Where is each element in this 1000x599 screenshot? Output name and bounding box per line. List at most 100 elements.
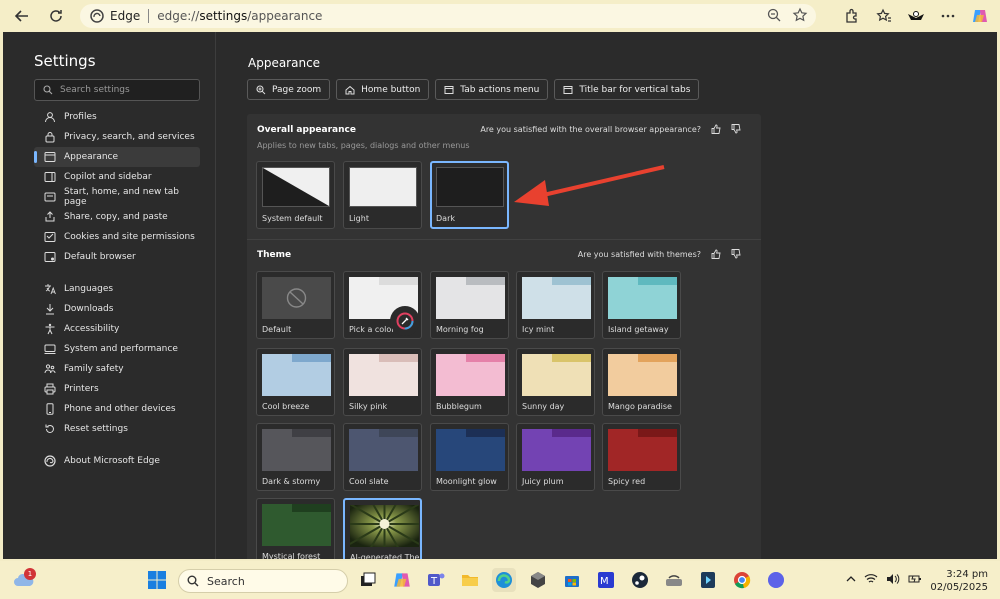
sidebar-item-share-copy-and-paste[interactable]: Share, copy, and paste <box>34 207 200 227</box>
theme-icy-mint[interactable]: Icy mint <box>516 271 595 339</box>
sidebar-item-start-home-and-new-tab-page[interactable]: Start, home, and new tab page <box>34 187 200 207</box>
sidebar-item-default-browser[interactable]: Default browser <box>34 247 200 267</box>
search-settings-input[interactable]: Search settings <box>34 79 200 101</box>
sidebar-item-languages[interactable]: Languages <box>34 279 200 299</box>
taskbar-chrome[interactable] <box>730 568 754 592</box>
theme-cool-slate[interactable]: Cool slate <box>343 423 422 491</box>
download-icon <box>44 303 56 315</box>
theme-spicy-red[interactable]: Spicy red <box>602 423 681 491</box>
thumbs-down-icon[interactable] <box>731 249 741 259</box>
sidebar-item-cookies-and-site-permissions[interactable]: Cookies and site permissions <box>34 227 200 247</box>
favorite-star-icon[interactable] <box>792 7 808 23</box>
sidebar-item-family-safety[interactable]: Family safety <box>34 359 200 379</box>
theme-mango-paradise[interactable]: Mango paradise <box>602 348 681 416</box>
back-button[interactable] <box>10 4 34 28</box>
theme-moonlight-glow[interactable]: Moonlight glow <box>430 423 509 491</box>
theme-label: Mystical forest <box>262 552 321 559</box>
task-view-icon <box>361 572 376 586</box>
overall-appearance-title: Overall appearance <box>257 125 356 135</box>
address-bar[interactable]: Edge edge://settings/appearance <box>80 4 816 28</box>
system-icon <box>44 343 56 355</box>
cookies-icon <box>44 231 56 243</box>
taskbar-edge[interactable] <box>492 568 516 592</box>
reset-icon <box>44 423 56 435</box>
sidebar-item-about-microsoft-edge[interactable]: About Microsoft Edge <box>34 451 200 471</box>
extensions-button[interactable] <box>840 4 864 28</box>
appearance-option-light[interactable]: Light <box>343 161 422 229</box>
taskbar-media-app[interactable] <box>696 568 720 592</box>
thumbs-up-icon[interactable] <box>711 249 721 259</box>
chip-home-button[interactable]: Home button <box>336 79 430 100</box>
taskbar-teams[interactable]: T <box>424 568 448 592</box>
theme-title: Theme <box>257 250 292 260</box>
thumbs-up-icon[interactable] <box>711 124 721 134</box>
more-options-button[interactable] <box>936 4 960 28</box>
theme-default[interactable]: Default <box>256 271 335 339</box>
theme-cool-breeze[interactable]: Cool breeze <box>256 348 335 416</box>
appearance-icon <box>44 151 56 163</box>
taskbar-store[interactable] <box>560 568 584 592</box>
theme-folder-thumbnail <box>522 354 591 396</box>
sidebar-item-privacy-search-and-services[interactable]: Privacy, search, and services <box>34 127 200 147</box>
theme-juicy-plum[interactable]: Juicy plum <box>516 423 595 491</box>
volume-icon[interactable] <box>886 573 900 585</box>
start-button[interactable] <box>145 568 169 592</box>
theme-island-getaway[interactable]: Island getaway <box>602 271 681 339</box>
sidebar-item-copilot-and-sidebar[interactable]: Copilot and sidebar <box>34 167 200 187</box>
chip-tab-actions-menu[interactable]: Tab actions menu <box>435 79 549 100</box>
color-picker-icon[interactable] <box>390 306 420 336</box>
taskbar-search[interactable]: Search <box>178 569 348 593</box>
sidebar-icon <box>44 171 56 183</box>
refresh-button[interactable] <box>44 4 68 28</box>
sidebar-item-label: Printers <box>64 384 99 394</box>
taskbar-copilot[interactable] <box>390 568 414 592</box>
taskbar-mathtype[interactable]: M <box>594 568 618 592</box>
theme-silky-pink[interactable]: Silky pink <box>343 348 422 416</box>
ai-theme-thumbnail <box>350 505 419 547</box>
theme-sunny-day[interactable]: Sunny day <box>516 348 595 416</box>
taskbar-network-app[interactable] <box>662 568 686 592</box>
lock-icon <box>44 131 56 143</box>
theme-label: Bubblegum <box>436 402 482 411</box>
theme-ai-generated-theme[interactable]: AI-generated Theme <box>343 498 422 559</box>
sidebar-item-accessibility[interactable]: Accessibility <box>34 319 200 339</box>
url-text: edge://settings/appearance <box>157 9 323 23</box>
page-title: Appearance <box>248 56 321 70</box>
favorites-button[interactable] <box>872 4 896 28</box>
sidebar-item-system-and-performance[interactable]: System and performance <box>34 339 200 359</box>
taskbar-clock[interactable]: 3:24 pm 02/05/2025 <box>930 568 988 594</box>
taskbar-file-explorer[interactable] <box>458 568 482 592</box>
appearance-option-system-default[interactable]: System default <box>256 161 335 229</box>
zoom-out-icon[interactable] <box>766 7 782 23</box>
theme-mystical-forest[interactable]: Mystical forest <box>256 498 335 559</box>
theme-pick-a-color[interactable]: Pick a color <box>343 271 422 339</box>
home-icon <box>44 191 56 203</box>
theme-bubblegum[interactable]: Bubblegum <box>430 348 509 416</box>
battery-icon[interactable] <box>908 573 922 585</box>
sidebar-item-reset-settings[interactable]: Reset settings <box>34 419 200 439</box>
printer-icon <box>44 383 56 395</box>
sidebar-item-phone-and-other-devices[interactable]: Phone and other devices <box>34 399 200 419</box>
sidebar-item-label: Privacy, search, and services <box>64 132 195 142</box>
wifi-icon[interactable] <box>864 573 878 585</box>
copilot-button[interactable] <box>968 4 992 28</box>
sidebar-item-profiles[interactable]: Profiles <box>34 107 200 127</box>
chevron-up-icon[interactable] <box>846 573 856 585</box>
taskbar-app-cube[interactable] <box>526 568 550 592</box>
sidebar-item-appearance[interactable]: Appearance <box>34 147 200 167</box>
sidebar-item-printers[interactable]: Printers <box>34 379 200 399</box>
theme-morning-fog[interactable]: Morning fog <box>430 271 509 339</box>
task-view-button[interactable] <box>356 568 380 592</box>
section-divider <box>247 239 761 240</box>
theme-label: Mango paradise <box>608 402 672 411</box>
sidebar-item-downloads[interactable]: Downloads <box>34 299 200 319</box>
chip-page-zoom[interactable]: Page zoom <box>247 79 331 100</box>
theme-folder-thumbnail <box>608 354 677 396</box>
chip-title-bar-vertical-tabs[interactable]: Title bar for vertical tabs <box>554 79 700 100</box>
profile-button[interactable] <box>904 4 928 28</box>
theme-dark-stormy[interactable]: Dark & stormy <box>256 423 335 491</box>
taskbar-steam[interactable] <box>628 568 652 592</box>
appearance-option-dark[interactable]: Dark <box>430 161 509 229</box>
taskbar-canva[interactable] <box>764 568 788 592</box>
thumbs-down-icon[interactable] <box>731 124 741 134</box>
